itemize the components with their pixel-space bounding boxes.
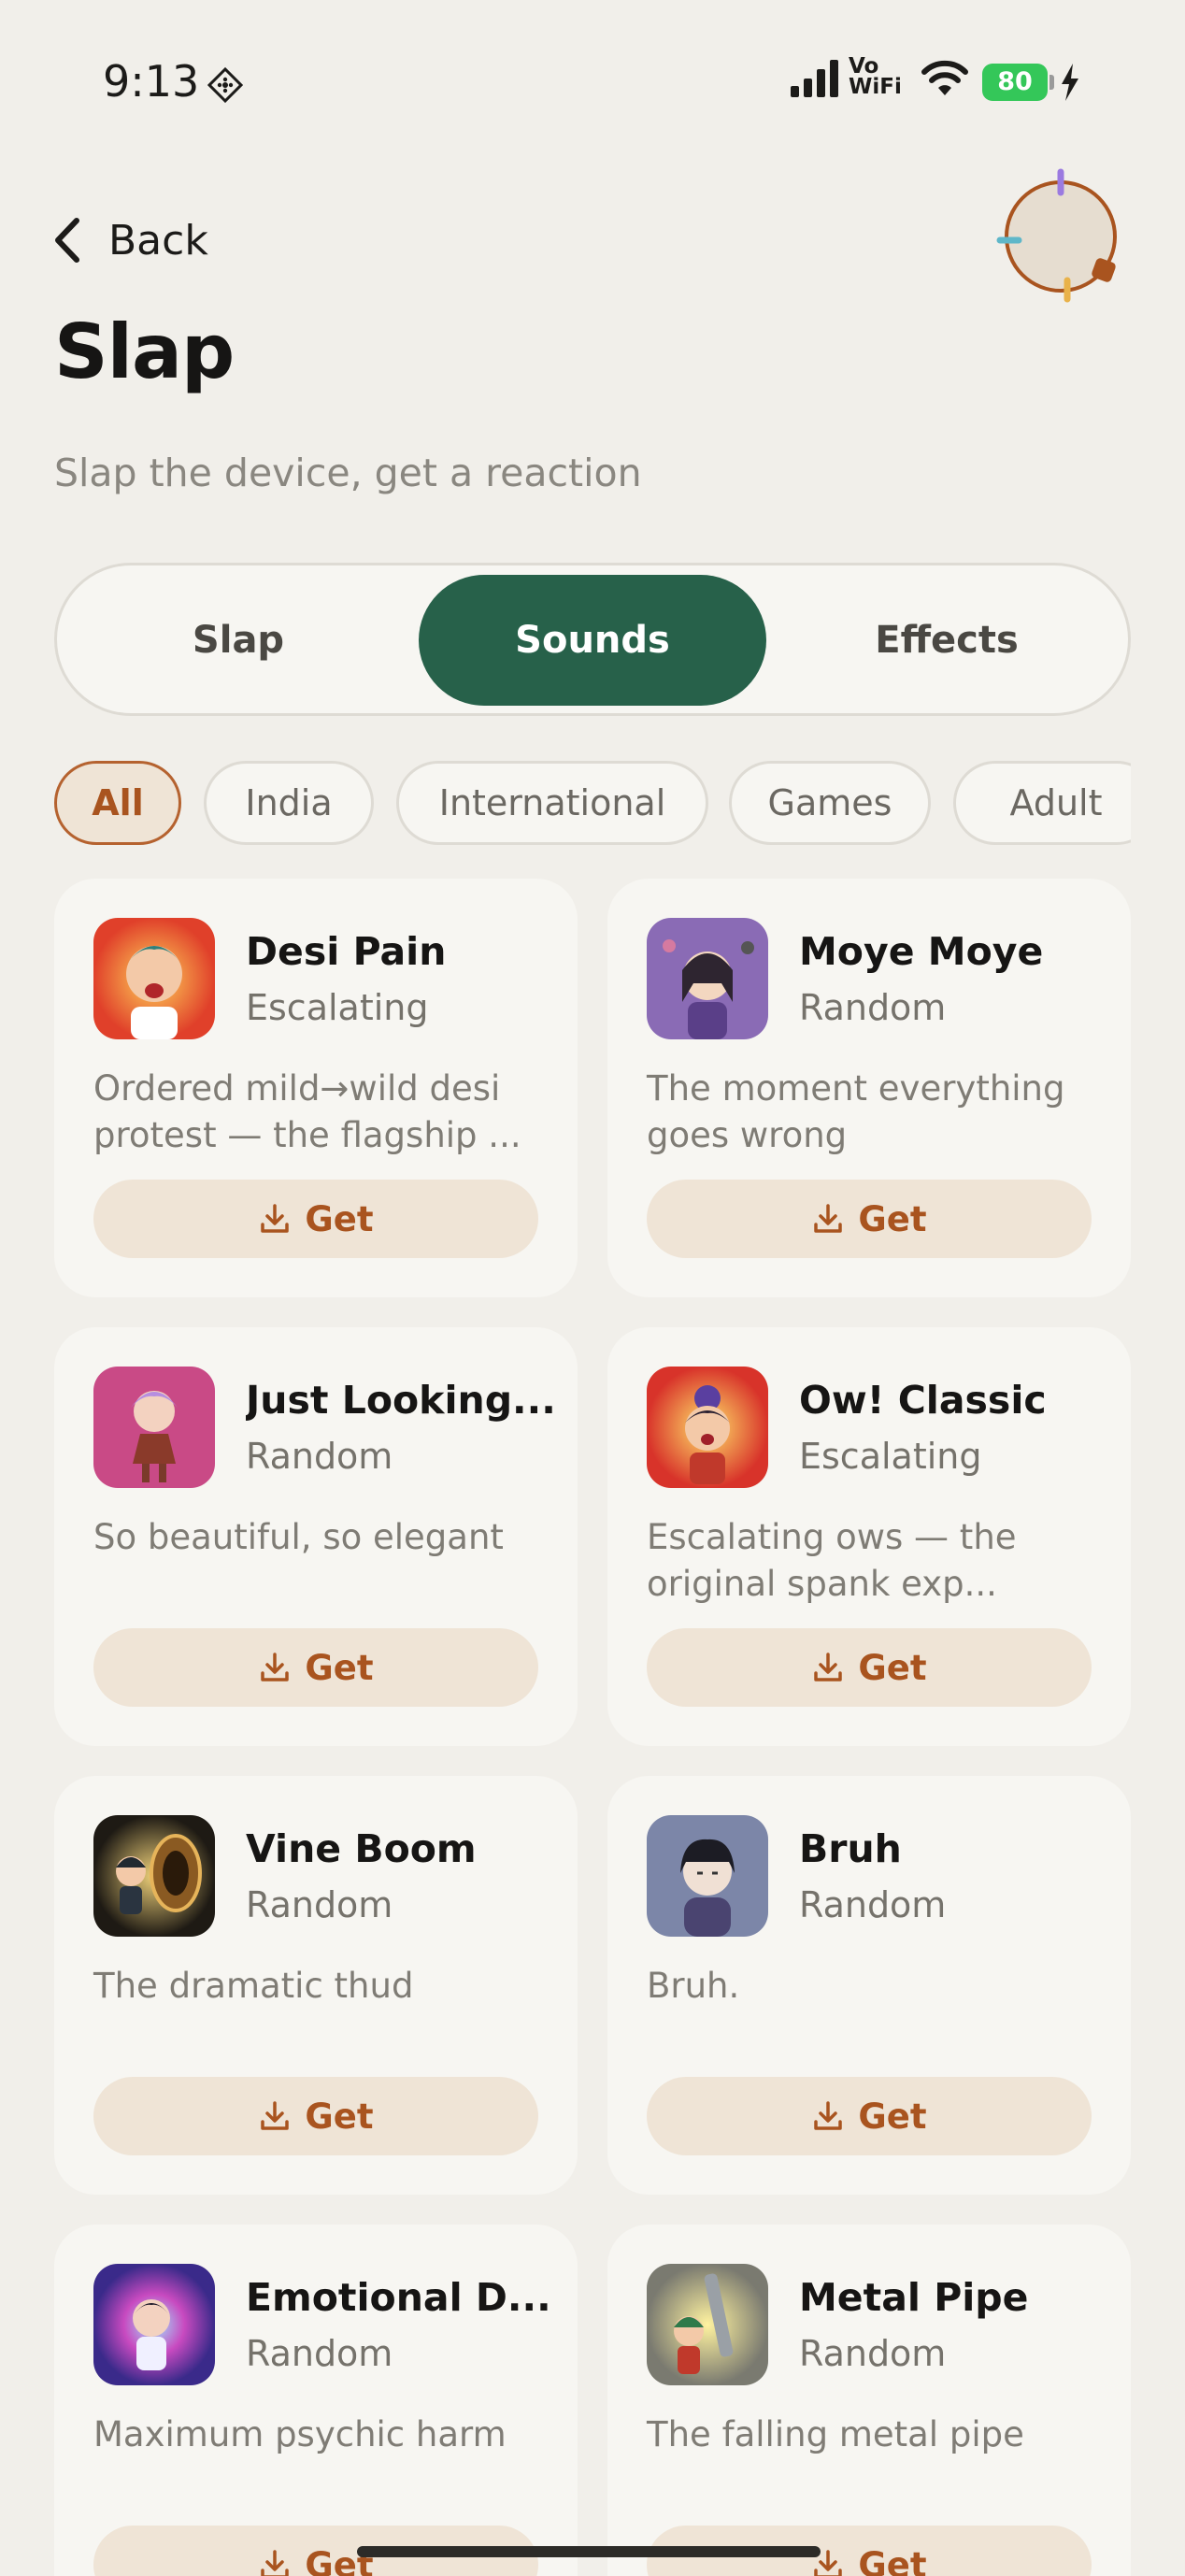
sound-mode: Random [799,2333,947,2374]
sound-thumbnail [647,1815,768,1937]
sound-mode: Random [246,2333,393,2374]
sound-mode: Random [246,1436,393,1477]
get-button[interactable]: Get [647,2077,1092,2155]
vowifi-indicator: Vo WiFi [849,56,902,99]
sound-name: Moye Moye [799,929,1044,974]
sound-mode: Random [799,1884,947,1925]
page-subtitle: Slap the device, get a reaction [54,451,642,495]
sound-mode: Random [246,1884,393,1925]
get-button[interactable]: Get [93,2077,538,2155]
battery-level: 80 [982,64,1048,101]
get-label: Get [305,1198,374,1239]
sound-name: Bruh [799,1826,902,1871]
sound-card[interactable]: Moye Moye Random The moment everything g… [607,879,1131,1297]
sound-thumbnail [93,1367,215,1488]
sound-description: Bruh. [647,1966,740,2006]
sound-card[interactable]: Emotional D... Random Maximum psychic ha… [54,2225,578,2576]
sound-mode: Escalating [246,987,429,1028]
sound-description: Ordered mild→wild desi protest — the fla… [93,1068,521,1155]
download-icon [261,1204,290,1233]
sound-thumbnail [93,918,215,1039]
download-icon [261,1653,290,1682]
back-button[interactable]: Back [52,208,208,273]
tab-effects[interactable]: Effects [773,575,1121,706]
filter-all[interactable]: All [54,761,181,845]
sound-description: The moment everything goes wrong [647,1068,1065,1155]
get-label: Get [305,2096,374,2137]
get-button[interactable]: Get [93,1628,538,1707]
sound-thumbnail [93,2264,215,2385]
sound-thumbnail [647,918,768,1039]
sound-name: Vine Boom [246,1826,477,1871]
sound-mode: Escalating [799,1436,982,1477]
sound-thumbnail [647,1367,768,1488]
sound-card[interactable]: Just Looking... Random So beautiful, so … [54,1327,578,1746]
sound-description: Escalating ows — the original spank exp.… [647,1517,1017,1604]
download-icon [814,2101,843,2130]
vowifi-bottom-label: WiFi [849,75,902,99]
focus-mode-icon [207,66,244,107]
battery-cap [1049,75,1054,90]
sound-thumbnail [647,2264,768,2385]
sound-mode: Random [799,987,947,1028]
wifi-icon [921,60,969,101]
download-icon [261,2550,290,2576]
charging-bolt-icon [1060,64,1080,105]
sound-name: Metal Pipe [799,2275,1029,2320]
filter-adult[interactable]: Adult [953,761,1131,845]
profile-avatar[interactable] [991,166,1131,307]
get-button[interactable]: Get [647,1180,1092,1258]
sound-description: Maximum psychic harm [93,2414,507,2454]
get-button[interactable]: Get [93,1180,538,1258]
sound-thumbnail [93,1815,215,1937]
tab-sounds[interactable]: Sounds [419,575,766,706]
cellular-signal-icon [791,60,839,101]
sound-name: Desi Pain [246,929,447,974]
sound-card[interactable]: Ow! Classic Escalating Escalating ows — … [607,1327,1131,1746]
home-indicator[interactable] [357,2546,821,2557]
tab-slap[interactable]: Slap [64,575,412,706]
sound-name: Ow! Classic [799,1378,1047,1423]
get-label: Get [305,1647,374,1688]
get-label: Get [858,1647,927,1688]
sound-card[interactable]: Bruh Random Bruh. Get [607,1776,1131,2195]
status-time: 9:13 [103,56,200,107]
sound-card[interactable]: Metal Pipe Random The falling metal pipe… [607,2225,1131,2576]
mode-tabs: Slap Sounds Effects [54,563,1131,716]
get-label: Get [858,2544,927,2576]
sound-card[interactable]: Vine Boom Random The dramatic thud Get [54,1776,578,2195]
get-label: Get [858,1198,927,1239]
sound-description: So beautiful, so elegant [93,1517,504,1557]
filter-international[interactable]: International [396,761,708,845]
category-filters: All India International Games Adult [54,761,1131,845]
slap-sounds-screen: 9:13 Vo WiFi 80 Back Slap Slap the devic… [0,0,1185,2576]
get-label: Get [858,2096,927,2137]
sound-card[interactable]: Desi Pain Escalating Ordered mild→wild d… [54,879,578,1297]
sound-name: Emotional D... [246,2275,551,2320]
chevron-left-icon [52,215,90,265]
back-label: Back [108,216,208,265]
download-icon [261,2101,290,2130]
filter-games[interactable]: Games [729,761,931,845]
download-icon [814,1204,843,1233]
sound-description: The falling metal pipe [647,2414,1024,2454]
sound-description: The dramatic thud [93,1966,414,2006]
sound-name: Just Looking... [246,1378,554,1423]
status-bar: 9:13 Vo WiFi 80 [0,54,1185,110]
download-icon [814,1653,843,1682]
page-title: Slap [54,308,235,395]
get-button[interactable]: Get [647,1628,1092,1707]
filter-india[interactable]: India [204,761,374,845]
